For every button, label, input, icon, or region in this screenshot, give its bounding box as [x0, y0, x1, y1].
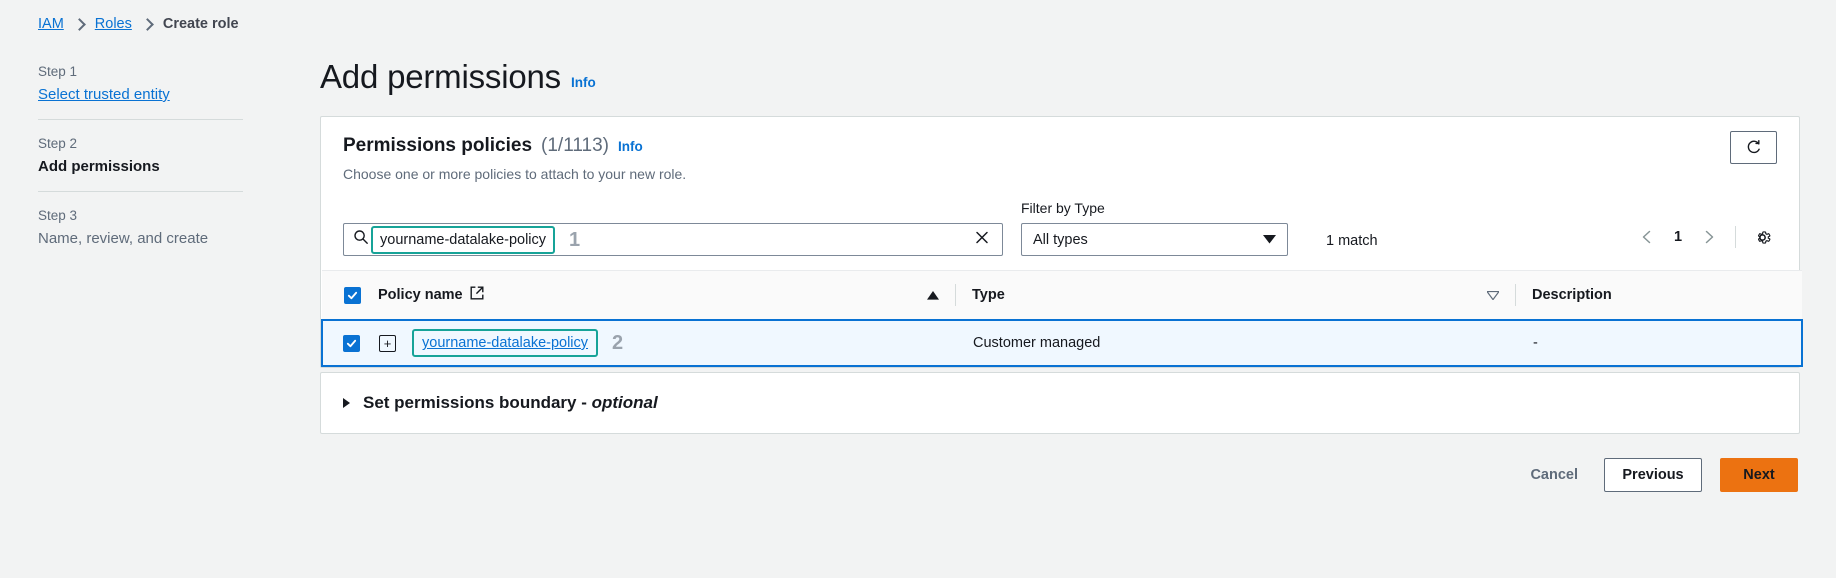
previous-button[interactable]: Previous	[1604, 458, 1702, 492]
permissions-boundary-optional-text: optional	[591, 393, 658, 412]
breadcrumb-item-iam[interactable]: IAM	[38, 16, 64, 32]
close-icon	[976, 231, 988, 243]
breadcrumb: IAM Roles Create role	[38, 16, 239, 32]
search-icon	[353, 229, 369, 250]
annotation-marker-1: 1	[569, 228, 581, 251]
chevron-right-icon	[1705, 230, 1714, 244]
column-divider	[1515, 284, 1516, 306]
row-select-cell	[321, 319, 378, 367]
card-title-row: Permissions policies (1/1113) Info	[343, 135, 1777, 157]
table-header-row: Policy name Type Description	[322, 270, 1802, 321]
sidebar-item-name-review-create: Name, review, and create	[38, 230, 209, 247]
step-3-number: Step 3	[38, 208, 78, 223]
card-header: Permissions policies (1/1113) Info Choos…	[321, 117, 1799, 184]
pagination-next-button[interactable]	[1694, 222, 1724, 252]
filter-bar: yourname-datalake-policy 1 Filter by Typ…	[321, 184, 1799, 270]
table-body: + yourname-datalake-policy 2 Customer ma…	[321, 319, 1803, 367]
page-title-row: Add permissions Info	[320, 58, 596, 96]
refresh-button[interactable]	[1730, 131, 1777, 164]
search-wrapper: yourname-datalake-policy 1	[343, 223, 1003, 256]
triangle-right-icon[interactable]	[343, 398, 350, 408]
type-filter-select[interactable]: All types	[1021, 223, 1288, 256]
column-header-type[interactable]: Type	[972, 270, 1532, 321]
policy-name-link[interactable]: yourname-datalake-policy	[412, 329, 599, 357]
page-title: Add permissions	[320, 58, 561, 95]
pagination: 1	[1632, 222, 1777, 256]
column-header-type-label: Type	[972, 287, 1005, 303]
policies-table: Policy name Type Description + yourname-…	[321, 270, 1803, 367]
chevron-right-icon	[140, 17, 154, 31]
select-all-header	[322, 270, 378, 321]
step-1-number: Step 1	[38, 64, 78, 79]
chevron-left-icon	[1642, 230, 1651, 244]
external-link-icon	[470, 286, 484, 304]
column-header-policy-name[interactable]: Policy name	[378, 270, 972, 321]
card-title: Permissions policies	[343, 135, 533, 156]
refresh-icon	[1747, 140, 1760, 154]
sidebar-step-2: Step 2 Add permissions	[38, 119, 243, 191]
cancel-button[interactable]: Cancel	[1522, 467, 1586, 483]
policy-type-value: Customer managed	[973, 335, 1101, 351]
gear-icon	[1757, 230, 1770, 244]
row-policy-name-cell: + yourname-datalake-policy 2	[378, 319, 972, 367]
card-count: (1/1113)	[541, 135, 609, 156]
sort-indicator-policy-name[interactable]	[927, 284, 972, 306]
pagination-divider	[1735, 226, 1736, 248]
card-description: Choose one or more policies to attach to…	[343, 166, 687, 182]
column-header-description[interactable]: Description	[1532, 270, 1802, 321]
page-info-link[interactable]: Info	[571, 75, 596, 96]
policy-description-value: -	[1533, 335, 1538, 351]
column-header-description-label: Description	[1532, 287, 1612, 303]
search-input-value[interactable]: yourname-datalake-policy	[371, 225, 556, 254]
table-header: Policy name Type Description	[322, 270, 1802, 321]
card-info-link[interactable]: Info	[618, 139, 643, 154]
sidebar-step-3: Step 3 Name, review, and create	[38, 191, 243, 263]
table-settings-button[interactable]	[1747, 222, 1777, 252]
select-all-checkbox[interactable]	[344, 286, 361, 304]
pagination-current-page[interactable]: 1	[1665, 229, 1691, 245]
permissions-boundary-title-text: Set permissions boundary -	[363, 393, 592, 412]
column-header-policy-name-label: Policy name	[378, 287, 463, 303]
type-filter-group: Filter by Type All types	[1021, 200, 1288, 256]
breadcrumb-item-create-role: Create role	[162, 16, 239, 32]
permissions-boundary-title: Set permissions boundary - optional	[363, 393, 658, 413]
create-role-add-permissions-page: IAM Roles Create role Step 1 Select trus…	[0, 0, 1836, 578]
plus-box-icon[interactable]: +	[379, 334, 396, 352]
next-button[interactable]: Next	[1720, 458, 1798, 492]
steps-sidebar: Step 1 Select trusted entity Step 2 Add …	[38, 56, 243, 263]
pagination-prev-button[interactable]	[1632, 222, 1662, 252]
row-description-cell: -	[1532, 319, 1803, 367]
annotation-marker-2: 2	[612, 332, 624, 354]
permissions-boundary-section[interactable]: Set permissions boundary - optional	[320, 372, 1800, 434]
sidebar-step-1: Step 1 Select trusted entity	[38, 56, 243, 119]
row-type-cell: Customer managed	[972, 319, 1532, 367]
match-count: 1 match	[1326, 233, 1378, 249]
sidebar-item-add-permissions[interactable]: Add permissions	[38, 158, 243, 175]
sidebar-item-select-trusted-entity[interactable]: Select trusted entity	[38, 86, 243, 103]
search-input[interactable]: yourname-datalake-policy 1	[343, 223, 1003, 256]
clear-search-button[interactable]	[974, 229, 990, 250]
chevron-down-icon	[1263, 231, 1276, 249]
wizard-footer: Cancel Previous Next	[1522, 458, 1798, 492]
type-filter-label: Filter by Type	[1021, 200, 1105, 216]
column-divider	[955, 284, 956, 306]
breadcrumb-item-roles[interactable]: Roles	[95, 16, 132, 32]
type-filter-value: All types	[1033, 231, 1088, 248]
chevron-right-icon	[72, 17, 86, 31]
table-row[interactable]: + yourname-datalake-policy 2 Customer ma…	[321, 319, 1803, 367]
step-2-number: Step 2	[38, 136, 78, 151]
row-checkbox[interactable]	[343, 334, 360, 352]
sort-indicator-type[interactable]	[1487, 284, 1532, 306]
permissions-policies-card: Permissions policies (1/1113) Info Choos…	[320, 116, 1803, 368]
